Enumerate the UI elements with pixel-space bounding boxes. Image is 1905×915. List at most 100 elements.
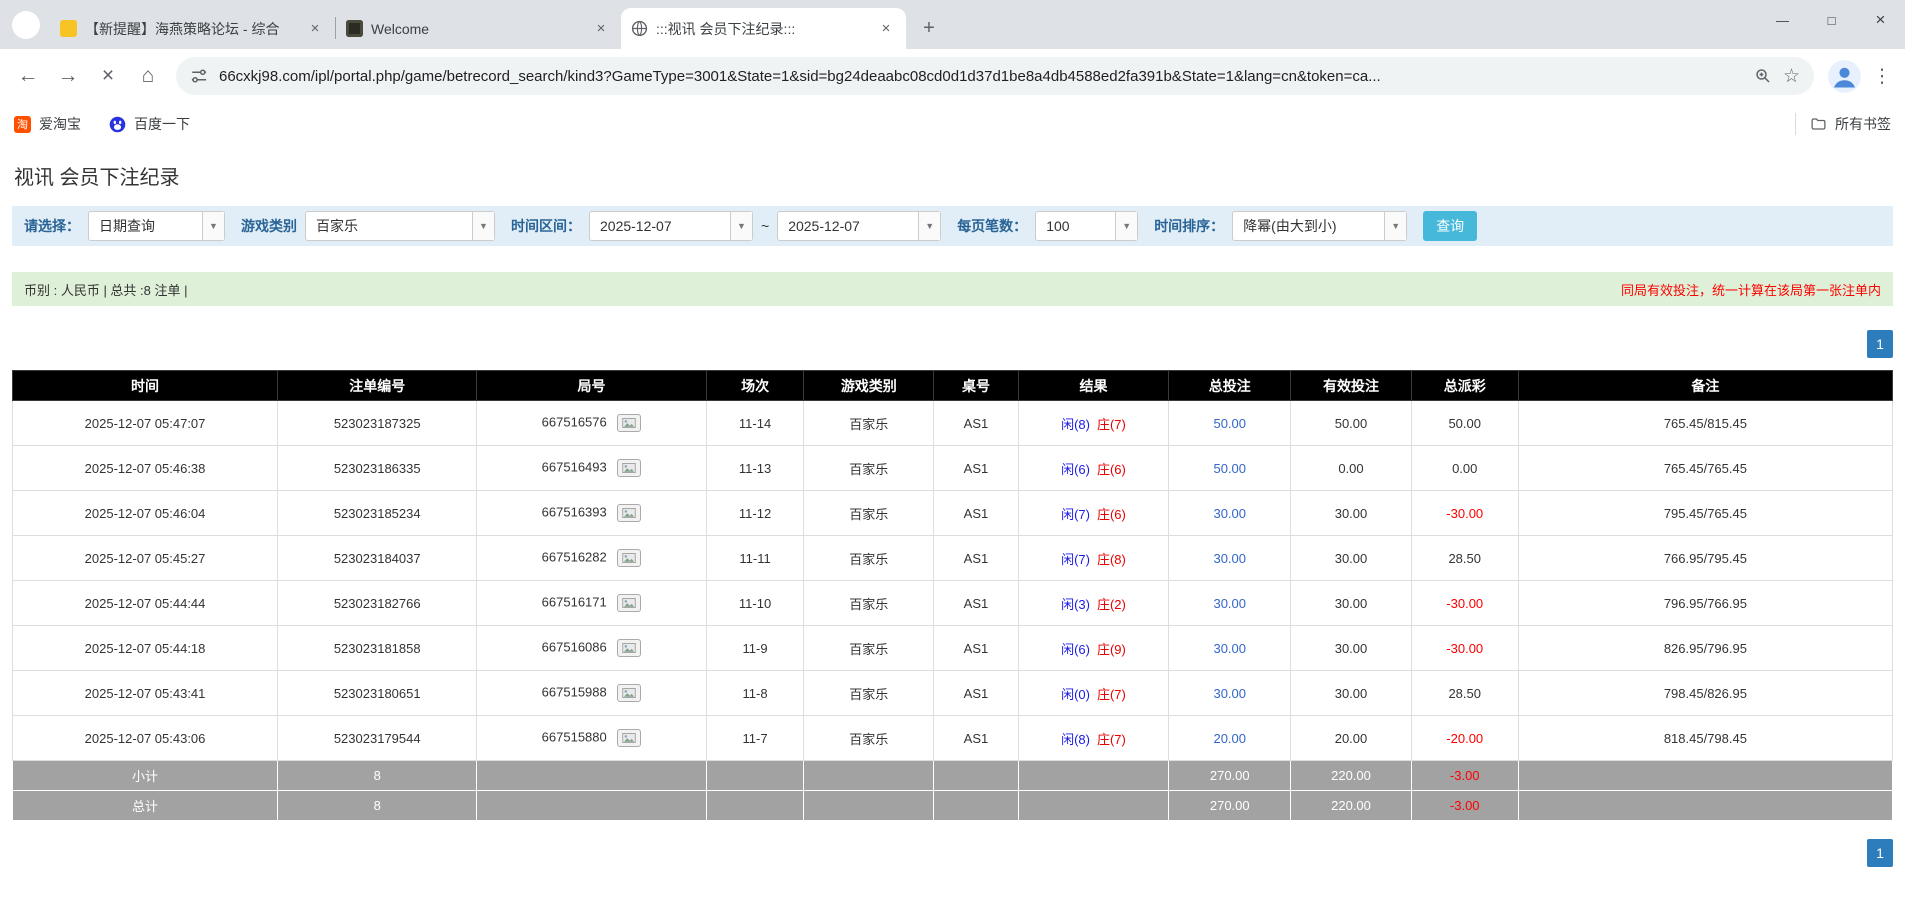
replay-icon[interactable] [617,729,641,747]
cell-total-bet[interactable]: 50.00 [1169,446,1291,491]
cell-total-bet[interactable]: 30.00 [1169,581,1291,626]
sort-order-select[interactable]: 降幂(由大到小) ▼ [1232,211,1407,241]
pagination-button[interactable]: 1 [1867,839,1893,867]
tab-forum[interactable]: 【新提醒】海燕策略论坛 - 综合 × [50,8,335,49]
cell-total-bet[interactable]: 50.00 [1169,401,1291,446]
table-row: 2025-12-07 05:46:38 523023186335 6675164… [13,446,1893,491]
search-button[interactable]: 查询 [1423,211,1477,241]
subtotal-label: 小计 [13,761,278,791]
cell-bet-id: 523023181858 [278,626,477,671]
zoom-icon[interactable] [1754,67,1772,85]
date-from-select[interactable]: 2025-12-07 ▼ [589,211,753,241]
replay-icon[interactable] [617,459,641,477]
bookmark-star-icon[interactable]: ☆ [1783,65,1800,88]
cell-bet-id: 523023182766 [278,581,477,626]
cell-table: AS1 [934,446,1019,491]
menu-kebab-icon[interactable]: ⋮ [1869,65,1895,88]
cell-time: 2025-12-07 05:44:18 [13,626,278,671]
cell-valid-bet: 30.00 [1291,581,1411,626]
cell-result: 闲(6)庄(9) [1018,626,1168,671]
summary-note: 同局有效投注，统一计算在该局第一张注单内 [1621,280,1881,299]
pagination-top: 1 [12,330,1893,358]
cell-total-bet[interactable]: 30.00 [1169,671,1291,716]
cell-game-type: 百家乐 [804,671,934,716]
header-payout: 总派彩 [1411,371,1518,401]
subtotal-count: 8 [278,761,477,791]
result-player: 闲(6) [1061,642,1090,657]
query-type-select[interactable]: 日期查询 ▼ [88,211,225,241]
replay-icon[interactable] [617,639,641,657]
all-bookmarks-label: 所有书签 [1835,114,1891,134]
tab-close-icon[interactable]: × [876,19,896,39]
game-type-select[interactable]: 百家乐 ▼ [305,211,495,241]
new-tab-button[interactable]: + [914,13,944,43]
chevron-down-icon[interactable]: ▼ [1115,212,1137,240]
window-close-button[interactable]: × [1856,0,1905,40]
cell-note: 798.45/826.95 [1518,671,1892,716]
cell-total-bet[interactable]: 20.00 [1169,716,1291,761]
replay-icon[interactable] [617,414,641,432]
cell-total-bet[interactable]: 30.00 [1169,491,1291,536]
profile-avatar[interactable] [1828,60,1861,93]
minimize-button[interactable]: — [1758,0,1807,40]
cell-result: 闲(3)庄(2) [1018,581,1168,626]
cell-round: 667516086 [477,626,706,671]
tab-betrecord[interactable]: :::视讯 会员下注纪录::: × [621,8,906,49]
page-size-select[interactable]: 100 ▼ [1035,211,1138,241]
date-to-select[interactable]: 2025-12-07 ▼ [777,211,941,241]
cell-round: 667516393 [477,491,706,536]
page-title: 视讯 会员下注纪录 [14,161,1893,190]
chevron-down-icon[interactable]: ▼ [918,212,940,240]
replay-icon[interactable] [617,549,641,567]
stop-button[interactable]: × [90,58,126,94]
chevron-down-icon[interactable]: ▼ [202,212,224,240]
tab-close-icon[interactable]: × [305,19,325,39]
maximize-button[interactable]: □ [1807,0,1856,40]
subtotal-empty-cell [477,761,706,791]
pagination-button[interactable]: 1 [1867,330,1893,358]
page-content: 视讯 会员下注纪录 请选择： 日期查询 ▼ 游戏类别 百家乐 ▼ 时间区间： 2… [0,145,1905,867]
replay-icon[interactable] [617,684,641,702]
cell-note: 826.95/796.95 [1518,626,1892,671]
chevron-down-icon[interactable]: ▼ [1384,212,1406,240]
subtotal-empty-cell [934,761,1019,791]
result-player: 闲(8) [1061,732,1090,747]
round-number: 667516493 [542,459,607,474]
cell-payout: -30.00 [1411,626,1518,671]
cell-total-bet[interactable]: 30.00 [1169,536,1291,581]
cell-game-type: 百家乐 [804,491,934,536]
chevron-down-icon[interactable]: ▼ [472,212,494,240]
total-count: 8 [278,791,477,821]
bookmark-taobao[interactable]: 淘 爱淘宝 [14,114,81,134]
tune-icon[interactable] [190,67,208,85]
total-empty-cell [804,791,934,821]
browser-profile-button[interactable] [12,11,40,39]
result-banker: 庄(7) [1097,417,1126,432]
cell-total-bet[interactable]: 30.00 [1169,626,1291,671]
url-bar[interactable]: 66cxkj98.com/ipl/portal.php/game/betreco… [176,57,1814,95]
tab-welcome[interactable]: Welcome × [336,8,621,49]
cell-game-type: 百家乐 [804,716,934,761]
table-row: 2025-12-07 05:43:06 523023179544 6675158… [13,716,1893,761]
cell-payout: 50.00 [1411,401,1518,446]
cell-table: AS1 [934,581,1019,626]
replay-icon[interactable] [617,594,641,612]
url-text[interactable]: 66cxkj98.com/ipl/portal.php/game/betreco… [219,68,1743,85]
replay-icon[interactable] [617,504,641,522]
chevron-down-icon[interactable]: ▼ [730,212,752,240]
header-game-type: 游戏类别 [804,371,934,401]
forward-button[interactable]: → [50,58,86,94]
cell-session: 11-7 [706,716,804,761]
cell-note: 818.45/798.45 [1518,716,1892,761]
round-number: 667515880 [542,729,607,744]
cell-game-type: 百家乐 [804,581,934,626]
tab-close-icon[interactable]: × [591,19,611,39]
cell-session: 11-10 [706,581,804,626]
subtotal-empty-cell [706,761,804,791]
back-button[interactable]: ← [10,58,46,94]
bookmark-baidu[interactable]: 百度一下 [109,114,190,134]
home-button[interactable]: ⌂ [130,58,166,94]
table-row: 2025-12-07 05:46:04 523023185234 6675163… [13,491,1893,536]
cell-table: AS1 [934,536,1019,581]
all-bookmarks-button[interactable]: 所有书签 [1810,114,1891,134]
